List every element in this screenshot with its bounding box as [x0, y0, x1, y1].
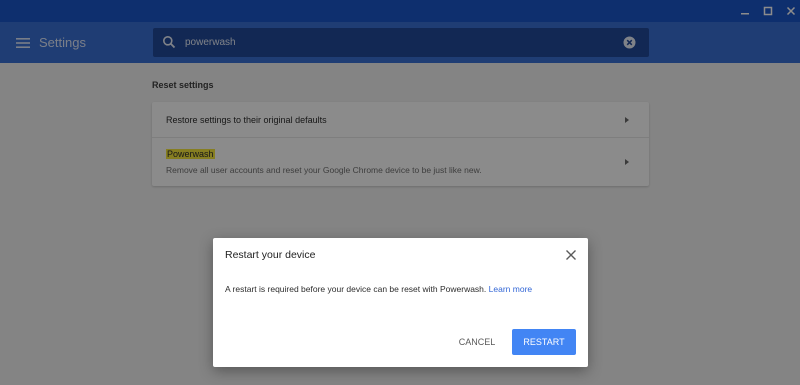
restart-button[interactable]: RESTART — [512, 329, 576, 355]
dialog-title: Restart your device — [225, 249, 316, 261]
cancel-button[interactable]: CANCEL — [450, 330, 504, 354]
learn-more-link[interactable]: Learn more — [489, 284, 532, 294]
dialog-message: A restart is required before your device… — [225, 284, 487, 294]
restart-dialog: Restart your device A restart is require… — [213, 238, 588, 367]
dialog-body: A restart is required before your device… — [225, 284, 532, 294]
close-icon[interactable] — [565, 249, 577, 261]
